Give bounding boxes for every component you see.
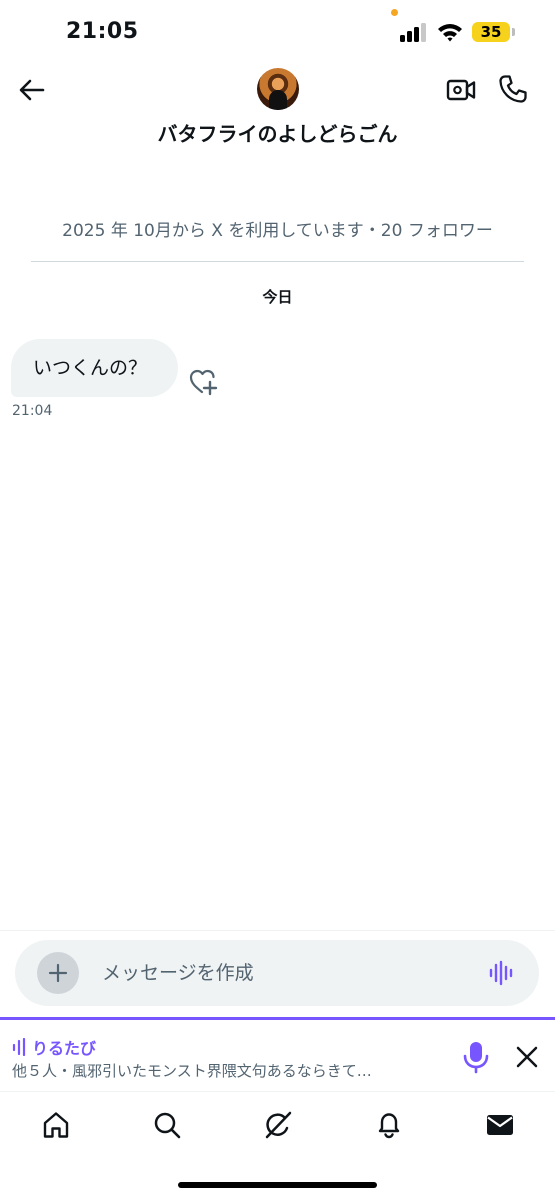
message-composer bbox=[15, 940, 539, 1006]
wifi-icon bbox=[437, 22, 463, 42]
back-arrow-icon bbox=[19, 79, 45, 101]
messages-icon bbox=[487, 1115, 513, 1135]
tab-home[interactable] bbox=[40, 1109, 72, 1141]
space-subtitle: 他５人・風邪引いたモンスト界隈文句あるならきて… bbox=[12, 1062, 372, 1080]
phone-call-button[interactable] bbox=[497, 73, 529, 105]
tab-messages[interactable] bbox=[484, 1109, 516, 1141]
message-input[interactable] bbox=[102, 940, 472, 1006]
grok-icon bbox=[265, 1111, 292, 1139]
signal-icon bbox=[400, 23, 428, 42]
close-icon bbox=[516, 1046, 538, 1068]
space-close-button[interactable] bbox=[513, 1043, 541, 1071]
heart-plus-icon bbox=[189, 369, 218, 396]
status-time: 21:05 bbox=[66, 19, 139, 44]
search-icon bbox=[154, 1112, 181, 1139]
space-microphone-button[interactable] bbox=[461, 1040, 491, 1074]
microphone-icon bbox=[463, 1042, 489, 1074]
composer-divider bbox=[0, 930, 555, 931]
battery-tip bbox=[512, 28, 515, 36]
home-indicator bbox=[178, 1182, 377, 1188]
status-bar: 21:05 35 bbox=[0, 0, 555, 60]
privacy-indicator-dot bbox=[391, 9, 398, 16]
video-call-button[interactable] bbox=[445, 74, 477, 106]
message-bubble[interactable]: いつくんの？ bbox=[11, 339, 178, 397]
space-title-row: りるたび bbox=[12, 1035, 96, 1059]
avatar[interactable] bbox=[257, 68, 299, 110]
live-space-bar[interactable]: りるたび 他５人・風邪引いたモンスト界隈文句あるならきて… bbox=[0, 1017, 555, 1091]
battery-icon: 35 bbox=[472, 22, 510, 42]
plus-icon bbox=[48, 963, 68, 983]
conversation-header: バタフライのよしどらごん bbox=[0, 60, 555, 160]
join-info: 2025 年 10月から X を利用しています・20 フォロワー bbox=[62, 221, 493, 241]
phone-icon bbox=[499, 75, 527, 103]
space-title: りるたび bbox=[32, 1039, 97, 1058]
notifications-icon bbox=[378, 1113, 400, 1139]
voice-wave-icon bbox=[489, 960, 513, 986]
display-name[interactable]: バタフライのよしどらごん bbox=[0, 118, 555, 147]
add-reaction-button[interactable] bbox=[188, 367, 220, 397]
tab-grok[interactable] bbox=[262, 1109, 294, 1141]
message-timestamp: 21:04 bbox=[12, 403, 53, 419]
back-button[interactable] bbox=[16, 74, 48, 106]
tab-search[interactable] bbox=[151, 1109, 183, 1141]
tab-notifications[interactable] bbox=[373, 1109, 405, 1141]
video-call-icon bbox=[446, 79, 476, 101]
voice-message-button[interactable] bbox=[487, 959, 517, 987]
home-icon bbox=[43, 1112, 69, 1138]
add-media-button[interactable] bbox=[37, 952, 79, 994]
audio-wave-icon bbox=[12, 1038, 26, 1056]
divider bbox=[31, 261, 524, 262]
date-separator: 今日 bbox=[262, 288, 293, 306]
tab-bar bbox=[0, 1092, 555, 1162]
